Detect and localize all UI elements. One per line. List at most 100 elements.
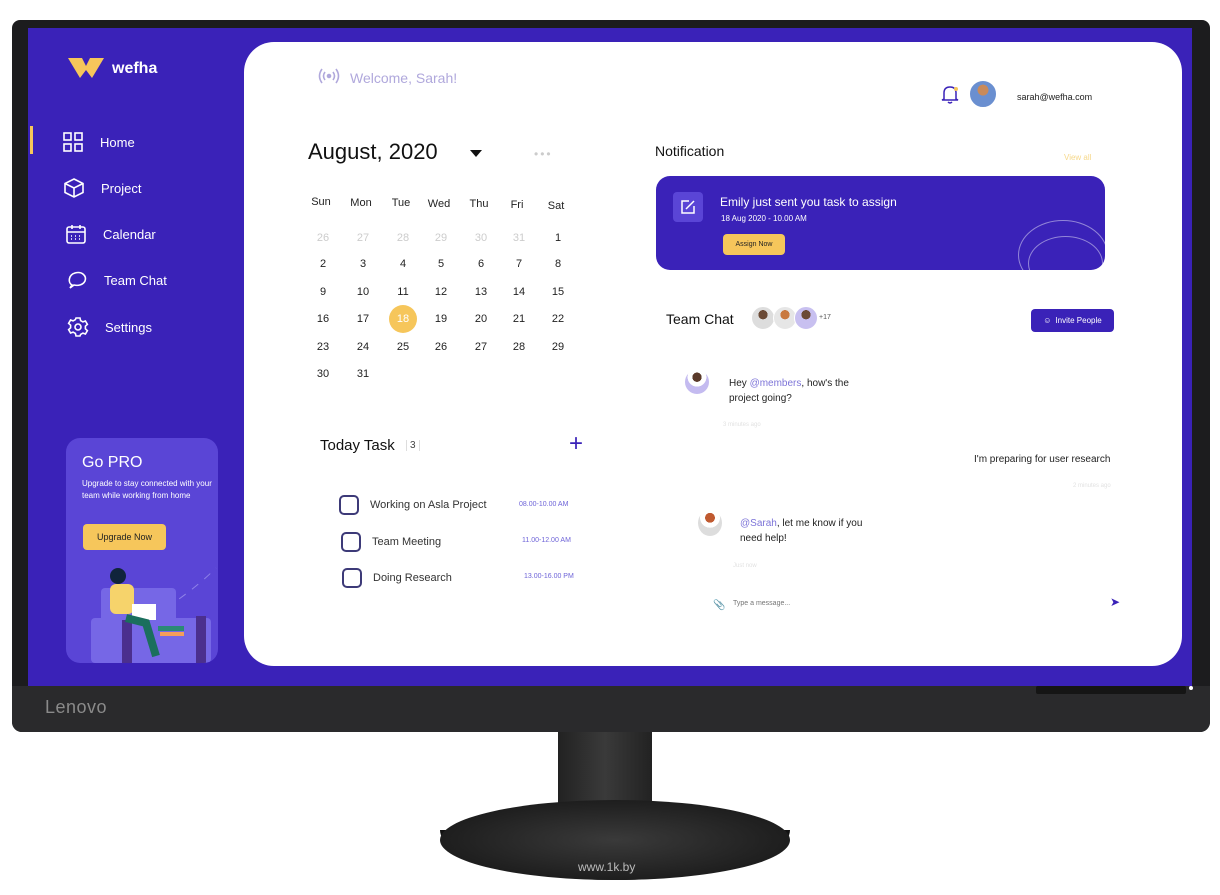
- sidebar-item-project[interactable]: Project: [63, 177, 141, 199]
- task-checkbox[interactable]: [339, 495, 359, 515]
- monitor-control-buttons[interactable]: [1036, 686, 1186, 694]
- view-all-link[interactable]: View all: [1064, 153, 1091, 162]
- calendar-day[interactable]: 14: [505, 278, 533, 306]
- calendar-day[interactable]: 2: [309, 250, 337, 278]
- calendar-day[interactable]: 7: [505, 250, 533, 278]
- calendar-day[interactable]: 1: [544, 224, 572, 252]
- calendar-day[interactable]: 4: [389, 250, 417, 278]
- weekday-label: Mon: [350, 196, 372, 209]
- calendar-day[interactable]: 6: [467, 250, 495, 278]
- calendar-day[interactable]: 26: [427, 333, 455, 361]
- chat-message: @Sarah, let me know if you need help!: [740, 516, 880, 546]
- calendar-day[interactable]: 23: [309, 333, 337, 361]
- weekday-label: Tue: [391, 197, 411, 210]
- weekday-label: Sat: [547, 199, 565, 212]
- task-label: Team Meeting: [372, 536, 442, 548]
- sidebar-item-label: Home: [100, 134, 135, 150]
- bell-icon[interactable]: [941, 84, 959, 104]
- grid-icon: [63, 132, 83, 152]
- calendar-day[interactable]: 8: [544, 250, 572, 278]
- calendar-day[interactable]: 30: [467, 224, 495, 252]
- calendar-day[interactable]: 11: [389, 278, 417, 306]
- sender-avatar: [684, 369, 710, 395]
- mention[interactable]: @Sarah: [740, 518, 777, 529]
- broadcast-icon: [318, 68, 340, 84]
- sidebar-item-label: Settings: [105, 319, 152, 335]
- calendar-day[interactable]: 12: [427, 278, 455, 306]
- task-checkbox[interactable]: [342, 568, 362, 588]
- send-icon[interactable]: ➤: [1110, 595, 1120, 609]
- sidebar-item-team-chat[interactable]: Team Chat: [66, 269, 167, 291]
- calendar-day[interactable]: 29: [427, 224, 455, 252]
- add-task-button[interactable]: +: [569, 432, 583, 456]
- go-pro-card: Go PRO Upgrade to stay connected with yo…: [66, 438, 218, 663]
- upgrade-now-button[interactable]: Upgrade Now: [83, 524, 166, 550]
- message-input[interactable]: [733, 600, 1033, 607]
- task-checkbox[interactable]: [341, 532, 361, 552]
- calendar-day[interactable]: 20: [467, 305, 495, 333]
- calendar-day[interactable]: 25: [389, 333, 417, 361]
- chat-icon: [68, 271, 87, 289]
- calendar-day[interactable]: 28: [389, 224, 417, 252]
- calendar-day[interactable]: 29: [544, 333, 572, 361]
- calendar-day[interactable]: 27: [349, 224, 377, 252]
- message-time: Just now: [733, 563, 757, 569]
- calendar-day[interactable]: 5: [427, 250, 455, 278]
- sidebar-item-calendar[interactable]: Calendar: [65, 223, 156, 245]
- calendar-day[interactable]: 10: [349, 278, 377, 306]
- calendar-day[interactable]: 30: [309, 360, 337, 388]
- calendar-day[interactable]: 31: [505, 224, 533, 252]
- logo-text: wefha: [112, 60, 158, 77]
- calendar-day[interactable]: 31: [349, 360, 377, 388]
- chat-message: Hey @members, how's the project going?: [729, 376, 869, 406]
- weekday-label: Wed: [427, 197, 451, 210]
- calendar-day[interactable]: 17: [349, 305, 377, 333]
- mention[interactable]: @members: [750, 378, 802, 389]
- calendar-icon: [66, 225, 86, 244]
- wefha-logo-icon: [68, 58, 104, 78]
- month-title: August, 2020: [308, 139, 438, 164]
- weekday-label: Thu: [469, 198, 489, 211]
- notification-card: Emily just sent you task to assign 18 Au…: [656, 176, 1105, 270]
- team-chat-title: Team Chat: [666, 311, 734, 327]
- user-email: sarah@wefha.com: [1017, 92, 1093, 102]
- calendar-day[interactable]: 15: [544, 278, 572, 306]
- more-options-icon[interactable]: •••: [534, 147, 553, 161]
- paperclip-icon[interactable]: 📎: [713, 600, 725, 611]
- calendar-day[interactable]: 24: [349, 333, 377, 361]
- working-woman-illustration: [91, 567, 217, 663]
- assign-now-button[interactable]: Assign Now: [723, 234, 785, 255]
- power-led: [1189, 686, 1193, 690]
- calendar-day[interactable]: 16: [309, 305, 337, 333]
- task-time: 13.00-16.00 PM: [524, 573, 574, 580]
- message-text: Hey: [729, 378, 750, 389]
- calendar-day[interactable]: 3: [349, 250, 377, 278]
- calendar-day[interactable]: 9: [309, 278, 337, 306]
- calendar-day[interactable]: 21: [505, 305, 533, 333]
- invite-label: Invite People: [1055, 316, 1102, 325]
- calendar-day[interactable]: 13: [467, 278, 495, 306]
- invite-people-button[interactable]: ☺ Invite People: [1031, 309, 1114, 332]
- sidebar-item-settings[interactable]: Settings: [67, 316, 152, 338]
- calendar-day[interactable]: 18: [389, 305, 417, 333]
- cube-icon: [64, 178, 84, 198]
- calendar-day[interactable]: 26: [309, 224, 337, 252]
- calendar-day[interactable]: 28: [505, 333, 533, 361]
- weekday-label: Sun: [311, 196, 331, 208]
- calendar-day[interactable]: 22: [544, 305, 572, 333]
- notification-time: 18 Aug 2020 - 10.00 AM: [721, 214, 807, 223]
- more-members-count: +17: [819, 314, 831, 321]
- month-dropdown-caret-icon[interactable]: [470, 150, 482, 157]
- task-label: Working on Asla Project: [370, 499, 487, 511]
- gear-icon: [67, 317, 89, 337]
- sidebar-item-label: Calendar: [103, 226, 156, 242]
- message-time: 2 minutes ago: [1073, 483, 1111, 489]
- notification-title: Notification: [655, 143, 725, 159]
- calendar-day[interactable]: 27: [467, 333, 495, 361]
- sidebar-item-home[interactable]: Home: [62, 131, 135, 153]
- member-avatar: [751, 306, 775, 330]
- user-avatar[interactable]: [969, 80, 997, 108]
- calendar-day[interactable]: 19: [427, 305, 455, 333]
- task-time: 11.00-12.00 AM: [522, 537, 571, 544]
- go-pro-text: Upgrade to stay connected with your team…: [82, 479, 212, 500]
